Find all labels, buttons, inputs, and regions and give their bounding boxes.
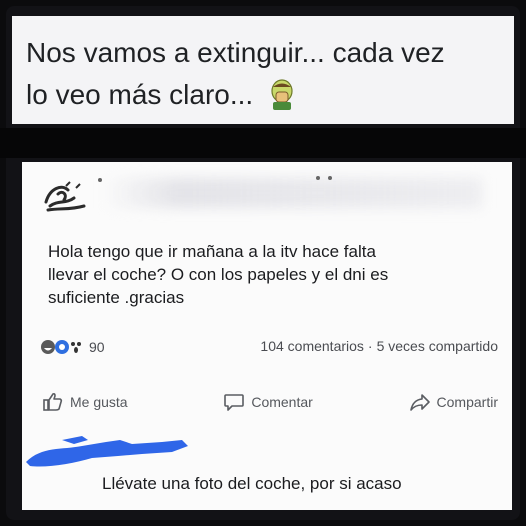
redaction-mark [98, 178, 102, 182]
post-text-line: Hola tengo que ir mañana a la itv hace f… [48, 242, 376, 261]
comment-button-label: Comentar [251, 394, 313, 410]
facepalm-emoji-icon [271, 79, 293, 110]
like-reaction-icon [55, 340, 69, 354]
comment-section: Llévate una foto del coche, por si acaso [22, 416, 512, 510]
comments-count-link[interactable]: 104 comentarios [260, 338, 364, 354]
scribbled-avatar-icon [44, 181, 86, 212]
shares-count-link[interactable]: 5 veces compartido [377, 338, 498, 354]
post-text-line: llevar el coche? O con los papeles y el … [48, 265, 389, 284]
scribbled-commenter-name [26, 436, 188, 467]
comment-button[interactable]: Comentar [223, 392, 313, 412]
meme-caption: Nos vamos a extinguir... cada vez lo veo… [12, 16, 514, 124]
redaction-mark [328, 176, 332, 180]
redacted-author-name [102, 178, 482, 208]
reply-comment-text: Llévate una foto del coche, por si acaso [102, 474, 402, 493]
post-body: Hola tengo que ir mañana a la itv hace f… [48, 240, 488, 309]
caption-line-2: lo veo más claro... [26, 74, 504, 116]
caption-line-2-text: lo veo más claro... [26, 79, 254, 110]
share-button-label: Compartir [436, 394, 498, 410]
share-arrow-icon [409, 394, 430, 411]
redaction-mark [316, 176, 320, 180]
post-stats: 104 comentarios · 5 veces compartido [260, 338, 498, 354]
thumbs-up-icon [43, 392, 63, 411]
like-button[interactable]: Me gusta [42, 392, 128, 412]
reaction-icons [40, 339, 83, 355]
share-button[interactable]: Compartir [409, 392, 498, 412]
speech-bubble-icon [224, 394, 245, 411]
caption-divider [0, 128, 526, 158]
post-text-line: suficiente .gracias [48, 288, 185, 307]
reactions-summary[interactable]: 90 [40, 336, 105, 358]
like-button-label: Me gusta [70, 394, 128, 410]
caption-line-1: Nos vamos a extinguir... cada vez [26, 37, 445, 68]
reaction-count: 90 [89, 339, 105, 355]
post-actions: Me gusta Comentar Compartir [42, 392, 498, 412]
wow-reaction-icon [71, 342, 81, 353]
